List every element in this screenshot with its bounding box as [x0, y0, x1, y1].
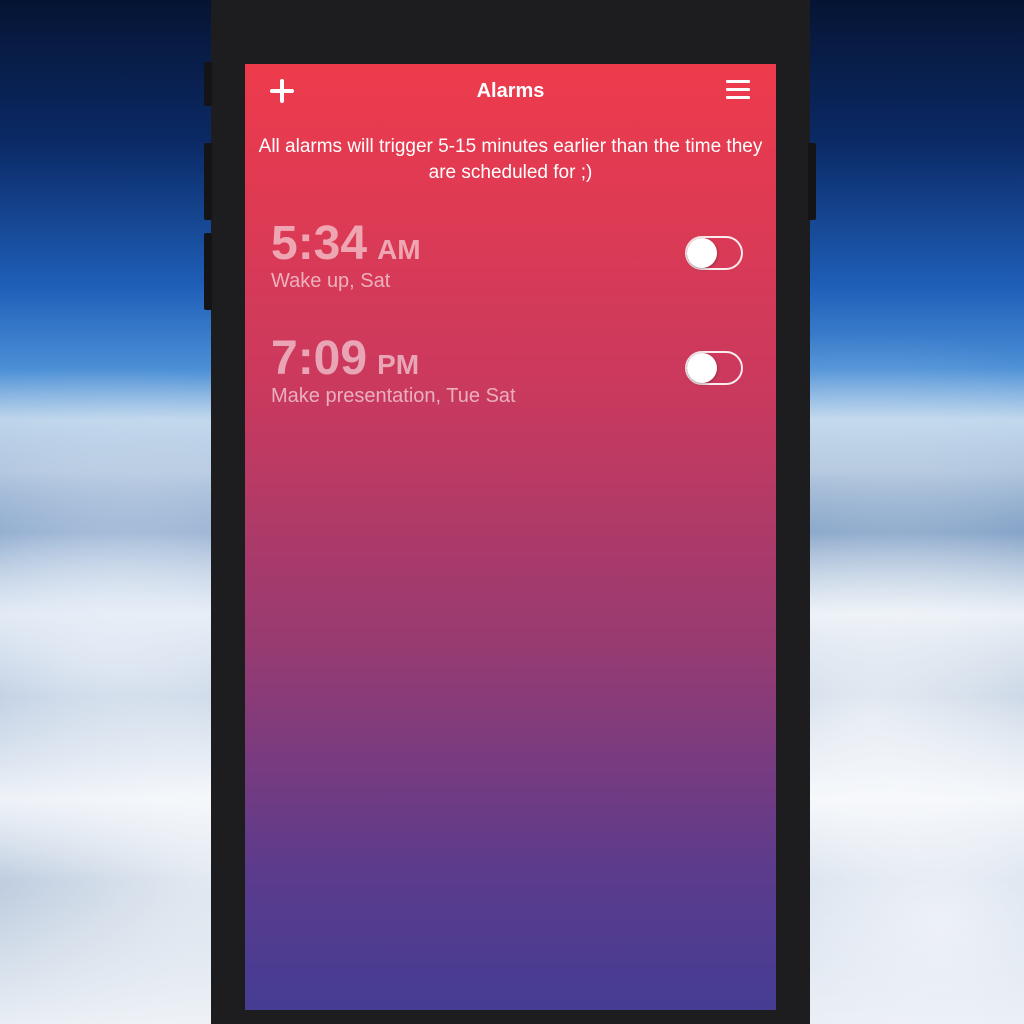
alarm-label: Wake up, Sat: [271, 270, 391, 292]
volume-down-button: [204, 233, 212, 310]
alarm-item[interactable]: 5:34 AM Wake up, Sat: [271, 216, 751, 306]
alarm-time-value: 7:09: [271, 332, 368, 385]
alarm-item[interactable]: 7:09 PM Make presentation, Tue Sat: [271, 331, 751, 421]
alarms-screen: Alarms All alarms will trigger 5-15 minu…: [245, 64, 776, 1010]
alarm-time: 7:09 PM: [271, 331, 419, 386]
alarm-period: PM: [377, 349, 420, 380]
alarm-time: 5:34 AM: [271, 216, 421, 271]
alarm-period: AM: [377, 234, 421, 265]
alarm-toggle[interactable]: [685, 236, 743, 270]
top-bar: Alarms: [245, 64, 776, 120]
volume-up-button: [204, 143, 212, 220]
mute-switch: [204, 62, 212, 106]
alarm-notice-text: All alarms will trigger 5-15 minutes ear…: [258, 136, 763, 183]
alarm-toggle[interactable]: [685, 351, 743, 385]
alarm-label: Make presentation, Tue Sat: [271, 385, 516, 407]
toggle-knob: [687, 238, 717, 268]
toggle-knob: [687, 353, 717, 383]
alarm-time-value: 5:34: [271, 217, 368, 270]
hamburger-menu-icon[interactable]: [726, 79, 750, 101]
page-title: Alarms: [476, 80, 545, 102]
power-button: [808, 143, 816, 220]
